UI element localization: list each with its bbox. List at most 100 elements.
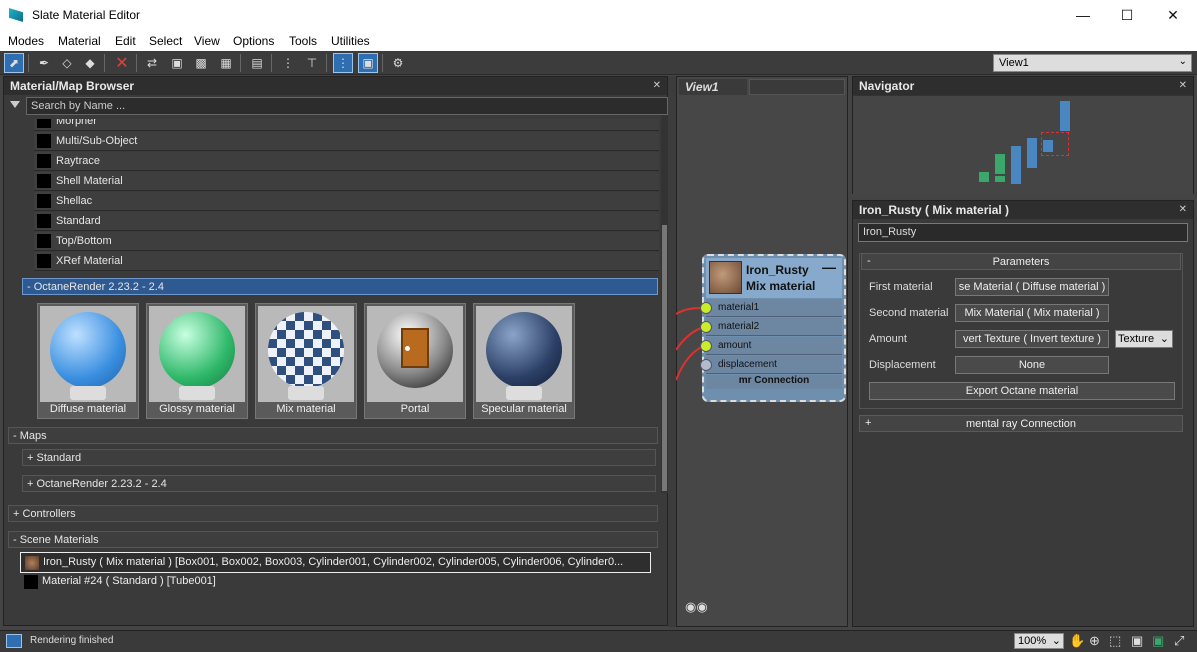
port-amount[interactable]: amount xyxy=(700,337,842,355)
material-list: Morpher Multi/Sub-Object Raytrace Shell … xyxy=(4,119,661,277)
minimize-button[interactable]: — xyxy=(1068,4,1098,26)
octane-group-header[interactable]: - OctaneRender 2.23.2 - 2.4 xyxy=(22,278,658,295)
parameter-editor-toggle-icon[interactable]: ▣ xyxy=(358,53,378,73)
put-material-icon[interactable]: ◇ xyxy=(57,53,77,73)
show-map-icon[interactable]: ▤ xyxy=(247,53,267,73)
port-material1[interactable]: material1 xyxy=(700,299,842,317)
material-browser-toggle-icon[interactable]: ⋮ xyxy=(333,53,353,73)
close-window-button[interactable]: ✕ xyxy=(1158,4,1188,26)
assign-material-icon[interactable]: ◆ xyxy=(80,53,100,73)
view-select-dropdown[interactable]: View1 ⌄ xyxy=(993,54,1192,72)
hide-unused-icon[interactable]: ▣ xyxy=(167,53,187,73)
navigator-minimap[interactable] xyxy=(853,96,1193,194)
mental-ray-rollout-header[interactable]: + mental ray Connection xyxy=(859,415,1183,432)
close-icon[interactable]: ✕ xyxy=(1179,204,1187,215)
filter-icon[interactable] xyxy=(10,101,20,108)
list-item[interactable]: Top/Bottom xyxy=(34,232,659,251)
amount-button[interactable]: vert Texture ( Invert texture ) xyxy=(955,330,1109,348)
displacement-label: Displacement xyxy=(869,359,936,371)
scene-materials-group-header[interactable]: - Scene Materials xyxy=(8,531,658,548)
scene-material-row[interactable]: Material #24 ( Standard ) [Tube001] xyxy=(20,573,651,592)
layout-vertical-icon[interactable]: ⋮ xyxy=(278,53,298,73)
layout-children-icon[interactable]: ⊤ xyxy=(302,53,322,73)
port-material2[interactable]: material2 xyxy=(700,318,842,336)
tab-view1[interactable]: View1 xyxy=(679,79,747,95)
amount-type-dropdown[interactable]: Texture ⌄ xyxy=(1115,330,1173,348)
second-material-label: Second material xyxy=(869,307,949,319)
eye-icon[interactable] xyxy=(6,634,22,648)
checker-icon[interactable]: ▩ xyxy=(191,53,211,73)
list-item[interactable]: Multi/Sub-Object xyxy=(34,132,659,151)
material-preview-icon xyxy=(709,261,742,294)
maximize-view-icon[interactable]: ⤢ xyxy=(1174,633,1184,649)
menu-tools[interactable]: Tools xyxy=(289,34,317,48)
material-swatch-icon xyxy=(24,575,38,589)
list-item[interactable]: Morpher xyxy=(34,119,659,131)
chevron-down-icon: ⌄ xyxy=(1178,56,1187,67)
maximize-button[interactable]: ☐ xyxy=(1112,4,1142,26)
thumb-specular-material[interactable]: Specular material xyxy=(473,303,575,419)
thumb-portal[interactable]: Portal xyxy=(364,303,466,419)
parameters-rollout-header[interactable]: - Parameters xyxy=(861,253,1181,270)
thumb-glossy-material[interactable]: Glossy material xyxy=(146,303,248,419)
node-footer[interactable]: mr Connection xyxy=(706,375,842,389)
parameter-editor-panel: Iron_Rusty ( Mix material ) ✕ Iron_Rusty… xyxy=(852,200,1194,627)
menu-select[interactable]: Select xyxy=(149,34,182,48)
select-tool-icon[interactable]: ⬈ xyxy=(4,53,24,73)
menu-modes[interactable]: Modes xyxy=(8,34,44,48)
material-name-field[interactable]: Iron_Rusty xyxy=(858,223,1188,242)
zoom-extents-icon[interactable]: ▣ xyxy=(1131,633,1143,649)
zoom-icon[interactable]: ⊕ xyxy=(1089,633,1100,649)
second-material-button[interactable]: Mix Material ( Mix material ) xyxy=(955,304,1109,322)
scene-material-row[interactable]: Iron_Rusty ( Mix material ) [Box001, Box… xyxy=(20,552,651,573)
zoom-selected-icon[interactable]: ▣ xyxy=(1152,633,1164,649)
collapse-icon[interactable]: — xyxy=(822,259,836,275)
first-material-label: First material xyxy=(869,281,933,293)
displacement-button[interactable]: None xyxy=(955,356,1109,374)
title-bar: Slate Material Editor — ☐ ✕ xyxy=(0,0,1197,31)
background-icon[interactable]: ▦ xyxy=(216,53,236,73)
list-item[interactable]: Standard xyxy=(34,212,659,231)
browser-scrollbar[interactable] xyxy=(661,115,668,493)
menu-utilities[interactable]: Utilities xyxy=(331,34,370,48)
pan-icon[interactable]: ✋ xyxy=(1069,633,1085,649)
delete-icon[interactable]: ✕ xyxy=(112,53,132,73)
menu-options[interactable]: Options xyxy=(233,34,274,48)
node-header[interactable]: Iron_Rusty Mix material — xyxy=(706,258,842,298)
close-icon[interactable]: ✕ xyxy=(653,80,661,91)
thumb-mix-material[interactable]: Mix material xyxy=(255,303,357,419)
zoom-region-icon[interactable]: ⬚ xyxy=(1109,633,1121,649)
navigator-panel: Navigator ✕ xyxy=(852,76,1194,194)
parameter-editor-title: Iron_Rusty ( Mix material ) xyxy=(853,201,1193,219)
close-icon[interactable]: ✕ xyxy=(1179,80,1187,91)
view-tab-area[interactable] xyxy=(749,79,845,95)
app-logo-icon xyxy=(9,8,23,22)
navigator-title: Navigator xyxy=(853,77,1193,95)
menu-edit[interactable]: Edit xyxy=(115,34,136,48)
splitter-handle[interactable] xyxy=(668,76,676,627)
list-item[interactable]: Shellac xyxy=(34,192,659,211)
move-children-icon[interactable]: ⇄ xyxy=(142,53,162,73)
list-item[interactable]: Shell Material xyxy=(34,172,659,191)
list-item[interactable]: Raytrace xyxy=(34,152,659,171)
export-octane-button[interactable]: Export Octane material xyxy=(869,382,1175,400)
maps-group-header[interactable]: - Maps xyxy=(8,427,658,444)
chevron-down-icon: ⌄ xyxy=(1051,635,1061,647)
controllers-group-header[interactable]: + Controllers xyxy=(8,505,658,522)
browser-title: Material/Map Browser xyxy=(4,77,667,95)
select-by-material-icon[interactable]: ⚙ xyxy=(388,53,408,73)
list-item[interactable]: XRef Material xyxy=(34,252,659,271)
thumb-diffuse-material[interactable]: Diffuse material xyxy=(37,303,139,419)
pick-material-icon[interactable]: ✒ xyxy=(34,53,54,73)
menu-view[interactable]: View xyxy=(194,34,220,48)
material-browser-panel: Material/Map Browser ✕ Search by Name ..… xyxy=(3,76,668,626)
maps-octane-group[interactable]: + OctaneRender 2.23.2 - 2.4 xyxy=(22,475,656,492)
binoculars-icon[interactable]: ◉◉ xyxy=(685,599,708,615)
zoom-field[interactable]: 100% ⌄ xyxy=(1014,633,1064,649)
material-node-iron-rusty[interactable]: Iron_Rusty Mix material — material1 mate… xyxy=(700,254,846,402)
port-displacement[interactable]: displacement xyxy=(700,356,842,374)
first-material-button[interactable]: se Material ( Diffuse material ) xyxy=(955,278,1109,296)
maps-standard-group[interactable]: + Standard xyxy=(22,449,656,466)
search-input[interactable]: Search by Name ... xyxy=(26,97,668,115)
menu-material[interactable]: Material xyxy=(58,34,101,48)
